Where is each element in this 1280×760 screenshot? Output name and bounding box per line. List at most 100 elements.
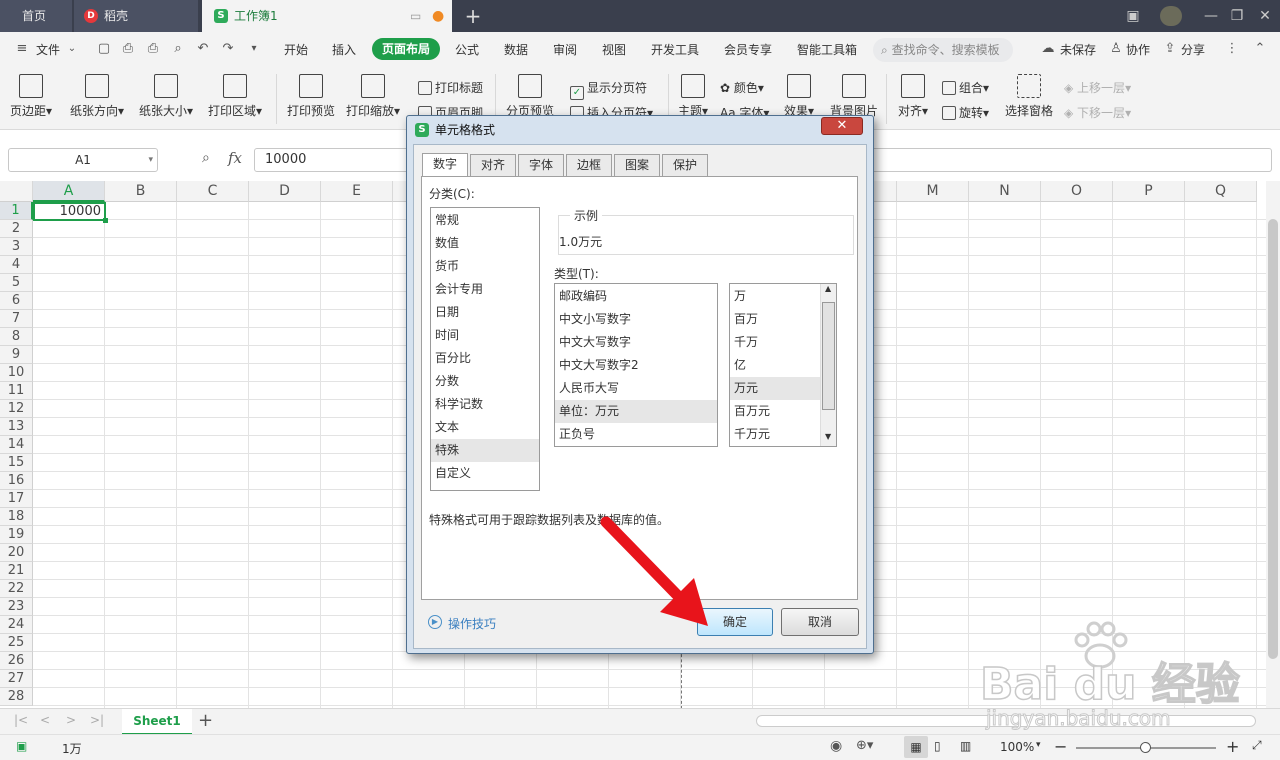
screen-icon[interactable]: ▭ bbox=[410, 0, 421, 32]
row-header[interactable]: 4 bbox=[0, 256, 33, 274]
type-item[interactable]: 人民币大写 bbox=[555, 377, 717, 400]
unsaved-status[interactable]: 未保存 bbox=[1060, 41, 1096, 58]
fx-icon[interactable]: fx bbox=[228, 149, 242, 167]
category-item[interactable]: 会计专用 bbox=[431, 278, 539, 301]
unit-item[interactable]: 千万元 bbox=[730, 423, 820, 446]
row-header[interactable]: 21 bbox=[0, 562, 33, 580]
category-item[interactable]: 常规 bbox=[431, 209, 539, 232]
play-icon[interactable]: ▶ bbox=[428, 615, 442, 629]
type-item[interactable]: 中文大写数字 bbox=[555, 331, 717, 354]
page-break-view-icon[interactable]: ▥ bbox=[960, 739, 971, 753]
unit-item[interactable]: 亿 bbox=[730, 354, 820, 377]
prev-sheet-icon[interactable]: < bbox=[40, 713, 50, 727]
zoom-slider-thumb[interactable] bbox=[1140, 742, 1151, 753]
macro-icon[interactable]: ▣ bbox=[16, 739, 27, 753]
group-button[interactable]: 组合▾ bbox=[942, 79, 989, 96]
row-header[interactable]: 9 bbox=[0, 346, 33, 364]
align-button[interactable]: 对齐▾ bbox=[898, 74, 928, 119]
paper-size-button[interactable]: 纸张大小▾ bbox=[139, 74, 193, 119]
column-header[interactable]: P bbox=[1113, 181, 1185, 202]
column-header[interactable]: C bbox=[177, 181, 249, 202]
eye-protection-icon[interactable]: ◉ bbox=[830, 738, 842, 754]
menu-review[interactable]: 审阅 bbox=[553, 41, 577, 58]
next-sheet-icon[interactable]: > bbox=[66, 713, 76, 727]
zoom-dropdown-icon[interactable]: ▾ bbox=[1036, 740, 1041, 750]
scroll-down-icon[interactable]: ▼ bbox=[825, 432, 831, 441]
sheet-tab-sheet1[interactable]: Sheet1 bbox=[122, 709, 192, 735]
tab-border[interactable]: 边框 bbox=[566, 154, 613, 176]
row-header[interactable]: 8 bbox=[0, 328, 33, 346]
tab-alignment[interactable]: 对齐 bbox=[470, 154, 517, 176]
row-header[interactable]: 14 bbox=[0, 436, 33, 454]
menu-start[interactable]: 开始 bbox=[284, 41, 308, 58]
row-header[interactable]: 5 bbox=[0, 274, 33, 292]
scroll-up-icon[interactable]: ▲ bbox=[825, 284, 831, 293]
select-all-corner[interactable] bbox=[0, 181, 33, 202]
menu-view[interactable]: 视图 bbox=[602, 41, 626, 58]
menu-smart-tools[interactable]: 智能工具箱 bbox=[797, 41, 859, 58]
unit-item[interactable]: 千万 bbox=[730, 331, 820, 354]
send-backward-button[interactable]: ◈ 下移一层▾ bbox=[1064, 104, 1131, 121]
zoom-lens-icon[interactable]: ⌕ bbox=[202, 150, 210, 166]
collab-button[interactable]: 协作 bbox=[1126, 41, 1150, 58]
fullscreen-icon[interactable]: ⤢ bbox=[1252, 738, 1262, 753]
page-layout-view-icon[interactable]: ▯ bbox=[934, 739, 941, 753]
add-sheet-plus-icon[interactable]: + bbox=[198, 710, 213, 731]
column-header[interactable]: Q bbox=[1185, 181, 1257, 202]
row-header[interactable]: 23 bbox=[0, 598, 33, 616]
column-header[interactable]: E bbox=[321, 181, 393, 202]
center-icon[interactable]: ⊕▾ bbox=[856, 738, 873, 753]
menu-developer[interactable]: 开发工具 bbox=[651, 41, 699, 58]
unit-item[interactable]: 万 bbox=[730, 285, 820, 308]
unit-list-scroll-thumb[interactable] bbox=[822, 302, 835, 410]
row-header[interactable]: 27 bbox=[0, 670, 33, 688]
category-item[interactable]: 科学记数 bbox=[431, 393, 539, 416]
row-header[interactable]: 25 bbox=[0, 634, 33, 652]
orientation-button[interactable]: 纸张方向▾ bbox=[70, 74, 124, 119]
normal-view-icon[interactable]: ▦ bbox=[904, 736, 928, 758]
row-header[interactable]: 2 bbox=[0, 220, 33, 238]
row-header[interactable]: 6 bbox=[0, 292, 33, 310]
category-item[interactable]: 自定义 bbox=[431, 462, 539, 485]
row-header[interactable]: 26 bbox=[0, 652, 33, 670]
margins-button[interactable]: 页边距▾ bbox=[10, 74, 52, 119]
avatar[interactable] bbox=[1160, 6, 1182, 26]
tab-docer[interactable]: D 稻壳 bbox=[74, 0, 198, 32]
chevron-down-icon[interactable]: ▾ bbox=[148, 149, 153, 171]
category-item[interactable]: 特殊 bbox=[431, 439, 539, 462]
zoom-level[interactable]: 100% bbox=[1000, 740, 1034, 754]
more-icon[interactable]: ⋮ bbox=[1224, 41, 1240, 57]
selection-pane-button[interactable]: 选择窗格 bbox=[1005, 74, 1053, 119]
command-search[interactable]: ⌕ 查找命令、搜索模板 bbox=[873, 38, 1013, 62]
quick-access-more-icon[interactable]: ▾ bbox=[246, 41, 262, 57]
row-header[interactable]: 1 bbox=[0, 202, 33, 220]
bring-forward-button[interactable]: ◈ 上移一层▾ bbox=[1064, 79, 1131, 96]
chevron-down-icon[interactable]: ⌄ bbox=[64, 41, 80, 57]
fill-handle[interactable] bbox=[103, 218, 108, 223]
tab-font[interactable]: 字体 bbox=[518, 154, 565, 176]
background-button[interactable]: 背景图片 bbox=[830, 74, 878, 119]
close-icon[interactable]: ✕ bbox=[821, 117, 863, 135]
column-header[interactable]: A bbox=[33, 181, 105, 202]
row-header[interactable]: 12 bbox=[0, 400, 33, 418]
print-setup-icon[interactable]: ⎙ bbox=[145, 41, 161, 57]
row-header[interactable]: 17 bbox=[0, 490, 33, 508]
menu-file[interactable]: 文件 bbox=[36, 41, 60, 58]
print-preview-button[interactable]: 打印预览 bbox=[287, 74, 335, 119]
tab-pattern[interactable]: 图案 bbox=[614, 154, 661, 176]
tab-workbook[interactable]: S 工作簿1 ▭ ● bbox=[202, 0, 452, 32]
hamburger-icon[interactable]: ≡ bbox=[14, 41, 30, 57]
unit-item[interactable]: 百万 bbox=[730, 308, 820, 331]
column-header[interactable]: D bbox=[249, 181, 321, 202]
type-item[interactable]: 邮政编码 bbox=[555, 285, 717, 308]
effects-button[interactable]: 效果▾ bbox=[784, 74, 814, 119]
row-header[interactable]: 3 bbox=[0, 238, 33, 256]
row-header[interactable]: 13 bbox=[0, 418, 33, 436]
menu-data[interactable]: 数据 bbox=[504, 41, 528, 58]
unit-list[interactable]: 万百万 千万亿万元 百万元 千万元 ▲ ▼ bbox=[729, 283, 837, 447]
minimize-icon[interactable]: — bbox=[1198, 4, 1224, 28]
type-item[interactable]: 单位：万元 bbox=[555, 400, 717, 423]
first-sheet-icon[interactable]: |< bbox=[14, 713, 28, 727]
redo-icon[interactable]: ↷ bbox=[220, 41, 236, 57]
category-item[interactable]: 数值 bbox=[431, 232, 539, 255]
